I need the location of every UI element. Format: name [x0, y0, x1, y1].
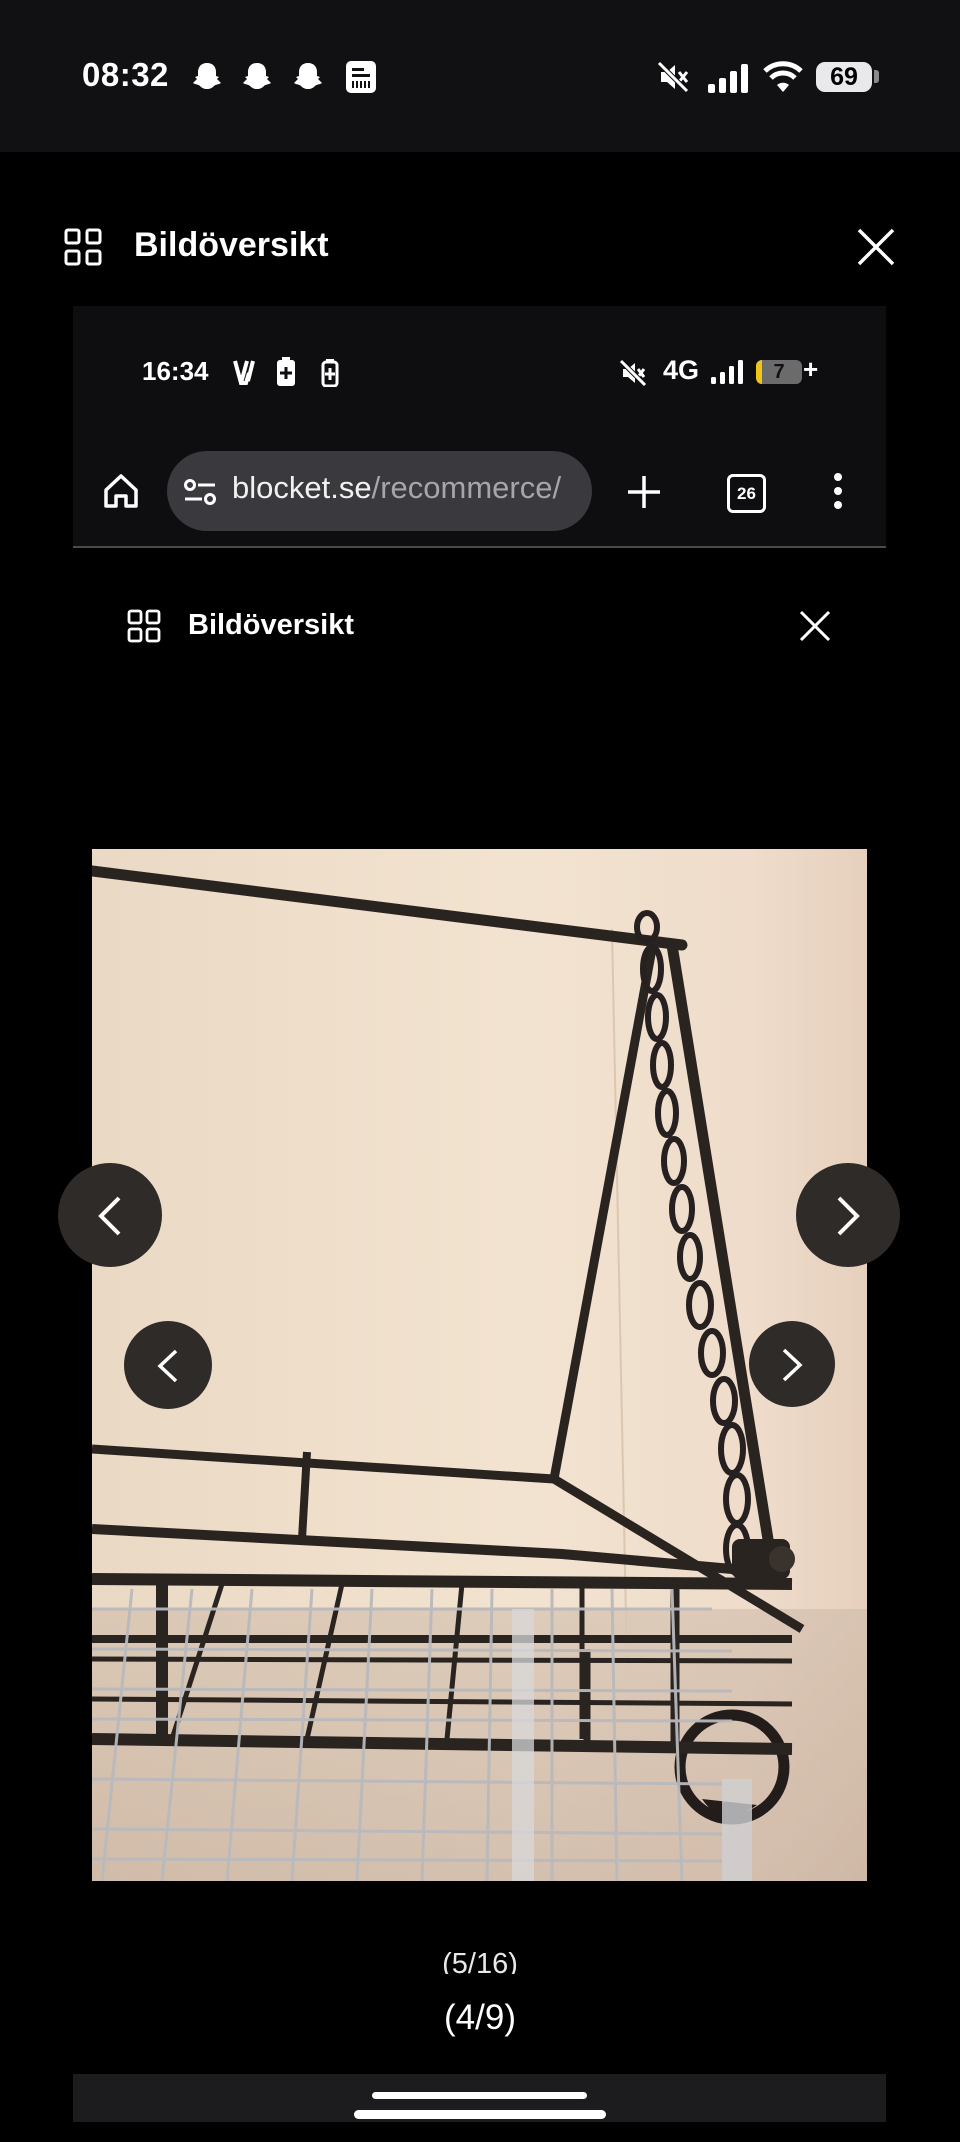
url-domain: blocket.se: [232, 470, 372, 505]
inner-signal-icon: [711, 360, 743, 384]
new-tab-icon[interactable]: [626, 474, 662, 510]
app-v-icon: [233, 360, 255, 385]
snapchat-icon: [243, 63, 271, 89]
inner-mute-icon: [619, 359, 647, 387]
chevron-right-icon: [837, 1196, 860, 1236]
outer-image-counter: (5/16): [442, 1948, 518, 1974]
wifi-icon: [763, 61, 803, 92]
battery-icon: 69: [816, 62, 872, 92]
close-icon[interactable]: [856, 227, 896, 267]
receipt-icon: [346, 61, 376, 93]
url-text[interactable]: blocket.se/recommerce/: [232, 470, 584, 506]
inner-battery-level: [756, 360, 762, 384]
signal-icon: [708, 64, 748, 93]
grid-icon[interactable]: [64, 228, 102, 266]
inner-image-counter: (4/9): [444, 1998, 516, 2037]
url-path: /recommerce/: [371, 470, 562, 505]
chevron-left-icon: [157, 1349, 178, 1383]
tabs-icon[interactable]: 26: [727, 474, 766, 513]
network-type: 4G: [663, 355, 700, 385]
home-indicator[interactable]: [354, 2110, 606, 2119]
battery-charging-icon: [321, 359, 339, 387]
inner-close-icon[interactable]: [798, 609, 832, 643]
chevron-left-icon: [98, 1196, 121, 1236]
browser-divider: [73, 546, 886, 548]
snapchat-icon: [193, 63, 221, 89]
battery-tip: [874, 70, 879, 83]
home-icon[interactable]: [102, 472, 140, 510]
mute-icon: [657, 61, 689, 93]
battery-saver-icon: [277, 357, 295, 386]
inner-status-time: 16:34: [142, 356, 209, 386]
more-icon[interactable]: [830, 472, 846, 510]
outer-status-time: 08:32: [82, 56, 169, 93]
page-title: Bildöversikt: [134, 226, 329, 264]
inner-page-title: Bildöversikt: [188, 609, 354, 641]
inner-home-indicator[interactable]: [372, 2092, 587, 2099]
charging-indicator: +: [803, 354, 819, 384]
site-settings-icon[interactable]: [183, 476, 217, 508]
snapchat-icon: [294, 63, 322, 89]
inner-grid-icon[interactable]: [127, 609, 161, 643]
chevron-right-icon: [782, 1348, 803, 1382]
inner-battery-icon: 7: [756, 360, 802, 384]
